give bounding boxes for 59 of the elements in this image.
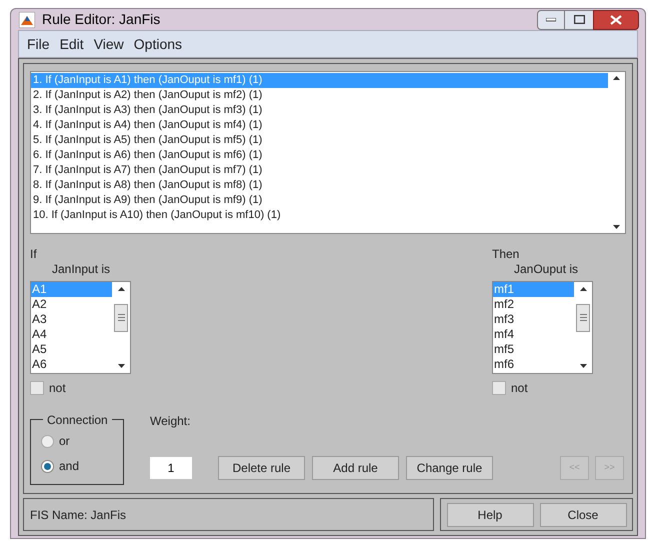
menu-item[interactable]: File	[23, 34, 54, 54]
radio-button[interactable]	[41, 460, 54, 472]
menu-item[interactable]: View	[90, 34, 128, 54]
action-button[interactable]: Change rule	[406, 456, 493, 480]
section-label: If	[30, 246, 38, 260]
list-item[interactable]: A4	[31, 327, 112, 342]
action-button[interactable]: Add rule	[312, 456, 399, 480]
rule-item[interactable]: 3. If (JanInput is A3) then (JanOuput is mf3) (1)	[31, 103, 608, 118]
list-item[interactable]: A2	[31, 297, 112, 312]
rule-item[interactable]: 4. If (JanInput is A4) then (JanOuput is mf4) (1)	[31, 118, 608, 133]
section-label: Then	[492, 246, 520, 260]
scroll-thumb[interactable]	[576, 304, 590, 332]
app-logo-icon	[19, 12, 35, 28]
menu-item[interactable]: Options	[130, 34, 186, 54]
minimize-button[interactable]	[537, 10, 565, 30]
radio-button[interactable]	[41, 434, 54, 448]
rule-item[interactable]: 2. If (JanInput is A2) then (JanOuput is mf2) (1)	[31, 88, 608, 103]
scroll-thumb[interactable]	[114, 304, 128, 332]
scroll-down-icon[interactable]	[613, 225, 620, 229]
not-checkbox[interactable]	[30, 381, 44, 395]
list-item[interactable]: mf3	[493, 312, 574, 327]
scroll-up-icon[interactable]	[613, 76, 620, 80]
rule-item[interactable]: 10. If (JanInput is A10) then (JanOuput is mf10) (1)	[31, 208, 608, 223]
action-button[interactable]: Delete rule	[218, 456, 305, 480]
list-item[interactable]: A3	[31, 312, 112, 327]
footer-button[interactable]: Close	[540, 502, 626, 526]
list-item[interactable]: mf2	[493, 297, 574, 312]
not-checkbox[interactable]	[492, 381, 506, 395]
rule-item[interactable]: 9. If (JanInput is A9) then (JanOuput is mf9) (1)	[31, 193, 608, 208]
status-panel: FIS Name: JanFis	[23, 498, 434, 531]
scroll-up-icon[interactable]	[580, 287, 586, 291]
close-icon	[610, 14, 622, 24]
scroll-down-icon[interactable]	[580, 364, 586, 368]
window-title: Rule Editor: JanFis	[42, 10, 160, 29]
rule-item[interactable]: 6. If (JanInput is A6) then (JanOuput is mf6) (1)	[31, 148, 608, 163]
radio-label: or	[59, 433, 70, 450]
list-item[interactable]: A6	[31, 357, 112, 372]
rule-item[interactable]: 5. If (JanInput is A5) then (JanOuput is mf5) (1)	[31, 133, 608, 148]
variable-label: JanInput is	[51, 261, 112, 278]
menu-item[interactable]: Edit	[56, 34, 88, 54]
scroll-up-icon[interactable]	[118, 287, 124, 291]
close-button[interactable]	[593, 10, 639, 30]
weight-field[interactable]: 1	[150, 457, 192, 479]
maximize-icon	[574, 15, 584, 24]
maximize-button[interactable]	[565, 10, 593, 30]
scroll-down-icon[interactable]	[118, 364, 124, 368]
variable-label: JanOuput is	[513, 261, 580, 278]
weight-label: Weight:	[150, 413, 192, 430]
rule-item[interactable]: 8. If (JanInput is A8) then (JanOuput is mf8) (1)	[31, 178, 608, 193]
list-item[interactable]: A5	[31, 342, 112, 357]
list-item[interactable]: mf5	[493, 342, 574, 357]
checkbox-label: not	[49, 380, 66, 397]
footer-button[interactable]: Help	[446, 502, 534, 526]
radio-label: and	[59, 458, 80, 475]
checkbox-label: not	[511, 380, 528, 397]
minimize-icon	[546, 18, 556, 22]
rule-item[interactable]: 7. If (JanInput is A7) then (JanOuput is mf7) (1)	[31, 163, 608, 178]
list-item[interactable]: mf6	[493, 357, 574, 372]
list-item[interactable]: mf4	[493, 327, 574, 342]
